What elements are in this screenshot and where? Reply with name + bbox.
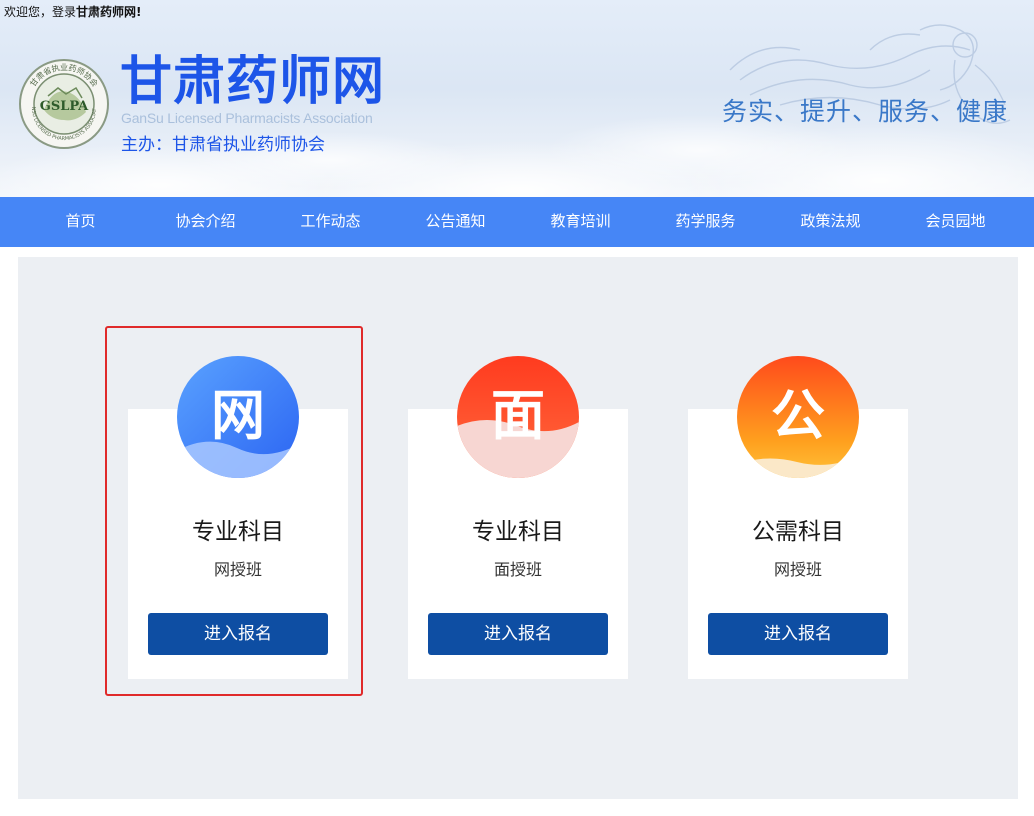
nav-item-about[interactable]: 协会介绍 xyxy=(143,197,268,247)
nav-item-training[interactable]: 教育培训 xyxy=(518,197,643,247)
svg-text:GSLPA: GSLPA xyxy=(40,99,89,114)
onsite-class-icon: 面 xyxy=(457,356,579,478)
welcome-text: 欢迎您，登录甘肃药师网! xyxy=(4,5,142,19)
site-header: 欢迎您，登录甘肃药师网! GSLPA 甘肃省执业药师协会 GANSU LICEN… xyxy=(0,0,1034,197)
nav-item-policies[interactable]: 政策法规 xyxy=(768,197,893,247)
site-subtitle-en: GanSu Licensed Pharmacists Association xyxy=(121,110,373,126)
site-title[interactable]: 甘肃药师网 xyxy=(120,52,385,112)
enroll-button-public-online[interactable]: 进入报名 xyxy=(708,613,888,655)
nav-item-members[interactable]: 会员园地 xyxy=(893,197,1018,247)
decorative-figure-illustration xyxy=(729,24,1011,124)
enroll-button-onsite-professional[interactable]: 进入报名 xyxy=(428,613,608,655)
course-card-title: 公需科目 xyxy=(752,519,844,545)
course-card-subtitle: 网授班 xyxy=(773,560,822,579)
nav-item-news[interactable]: 工作动态 xyxy=(268,197,393,247)
public-course-icon: 公 xyxy=(737,356,859,478)
association-logo[interactable]: GSLPA 甘肃省执业药师协会 GANSU LICENSED PHARMACIS… xyxy=(18,58,110,150)
course-card-title: 专业科目 xyxy=(472,519,564,545)
nav-item-home[interactable]: 首页 xyxy=(18,197,143,247)
selected-card-highlight xyxy=(105,326,363,696)
nav-item-pharmacy-service[interactable]: 药学服务 xyxy=(643,197,768,247)
site-sponsor: 主办：甘肃省执业药师协会 xyxy=(121,135,325,155)
course-card-subtitle: 面授班 xyxy=(493,560,542,579)
nav-item-notices[interactable]: 公告通知 xyxy=(393,197,518,247)
welcome-site-name: 甘肃药师网! xyxy=(76,5,142,19)
site-slogan: 务实、提升、服务、健康 xyxy=(722,97,1009,126)
main-nav: 首页 协会介绍 工作动态 公告通知 教育培训 药学服务 政策法规 会员园地 xyxy=(0,197,1034,247)
